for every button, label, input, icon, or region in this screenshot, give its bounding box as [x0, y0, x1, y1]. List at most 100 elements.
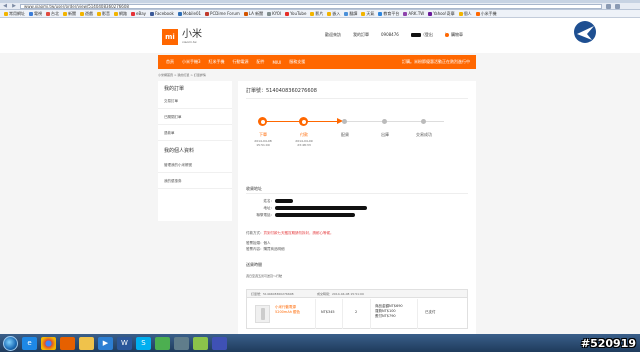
receiver-phone: 聯繫電話：: [252, 213, 356, 218]
receiver-address: 地址：: [252, 206, 368, 211]
ie-icon[interactable]: e: [22, 336, 37, 350]
app-icon[interactable]: [212, 336, 227, 350]
breadcrumb[interactable]: 小米網首頁 > 我的訂單 > 訂單詳情: [158, 73, 206, 77]
table-placed-time: 成交時間：2014-04-08 15:51:00: [317, 292, 364, 296]
receiver-heading: 收貨地址: [246, 186, 262, 191]
app-icon[interactable]: [174, 336, 189, 350]
receiver-box: 姓名： 地址： 聯繫電話：: [246, 193, 468, 223]
skype-icon[interactable]: S: [136, 336, 151, 350]
bookmark-item[interactable]: KYOI: [267, 11, 281, 16]
redacted-mark: [275, 213, 356, 217]
bookmark-icon: [428, 11, 433, 16]
mi-logo[interactable]: mi: [162, 29, 178, 45]
product-thumbnail[interactable]: [255, 305, 270, 323]
payment-label: 付款方式：: [246, 231, 264, 235]
media-player-icon[interactable]: ▶: [98, 336, 113, 350]
bookmark-icon: [475, 11, 480, 16]
nav-item-miui[interactable]: MIUI: [273, 60, 282, 65]
bookmark-item[interactable]: 遊戲: [80, 11, 93, 17]
folder-icon[interactable]: [79, 336, 94, 350]
bookmark-item[interactable]: 台北: [46, 11, 59, 17]
bookmark-item[interactable]: 網路: [114, 11, 127, 17]
forward-icon[interactable]: ▶: [10, 3, 18, 9]
sidebar-item-account[interactable]: 管理我的小米帳號: [158, 157, 232, 173]
divider: [417, 299, 418, 329]
bookmark-item[interactable]: 小米手機: [475, 11, 497, 17]
cart-link[interactable]: 購物車: [445, 32, 463, 38]
step-label-paid: 付款: [300, 132, 308, 137]
app-icon[interactable]: [155, 336, 170, 350]
bookmark-icon: [327, 11, 332, 16]
bookmark-icon: [177, 11, 182, 16]
redacted-mark: [410, 33, 421, 37]
nav-item-powerbank[interactable]: 行動電源: [233, 59, 249, 65]
account-link[interactable]: 0908476（登出）: [381, 32, 449, 38]
word-icon[interactable]: W: [117, 336, 132, 350]
product-name-link[interactable]: 小米行動電源 5200mAh 銀色: [275, 305, 311, 315]
app-icon[interactable]: [193, 336, 208, 350]
invoice-content: 發票內容：購買商品明細: [246, 247, 285, 251]
nav-item-mi3[interactable]: 小米手機3: [182, 59, 201, 65]
bookmark-item[interactable]: Yahoo!奇摩: [428, 11, 455, 17]
cart-icon: [445, 33, 449, 37]
bookmark-icon: [46, 11, 50, 16]
bookmark-item[interactable]: 嵌入: [327, 11, 340, 17]
bookmark-item[interactable]: 翻譯: [344, 11, 357, 17]
logout-link[interactable]: 登出: [425, 32, 433, 37]
bookmark-item[interactable]: 教育平台: [378, 11, 399, 17]
bookmark-item[interactable]: 影片: [310, 11, 323, 17]
product-price: NT$345: [321, 310, 335, 314]
payment-value: 貨到付款七天鑑賞期請勿拆封，請耐心等候。: [263, 231, 334, 235]
bookmark-item[interactable]: 個人: [458, 11, 472, 17]
step-node-shipped: [382, 119, 387, 124]
nav-item-support[interactable]: 服務支援: [289, 59, 305, 65]
bookmark-item[interactable]: Mobile01: [177, 11, 201, 16]
progress-line-todo: [344, 121, 444, 122]
bookmark-item[interactable]: eBay: [131, 11, 146, 16]
bookmark-item[interactable]: LA 新聞: [243, 11, 263, 17]
brand[interactable]: 小米 xiaomi.tw: [182, 29, 202, 44]
invoice-type: 發票抬頭：個人: [246, 241, 271, 245]
nav-item-redmi[interactable]: 紅米手機: [209, 59, 225, 65]
bookmark-item[interactable]: 影音: [97, 11, 110, 17]
sidebar-item-coupons[interactable]: 我的優惠券: [158, 173, 232, 189]
bookmark-item[interactable]: 天氣: [361, 11, 374, 17]
nav-promo[interactable]: 訂購。米粉節優惠活動正在熱烈進行中: [402, 59, 470, 65]
bookmark-icon: [458, 11, 463, 16]
star-icon[interactable]: [606, 3, 611, 9]
receiver-name: 姓名：: [252, 199, 294, 204]
url-input[interactable]: www.xiaomi.tw/user/order/view/5140408360…: [20, 3, 602, 9]
bookmark-item[interactable]: 新聞: [63, 11, 76, 17]
welcome-link[interactable]: 歡迎來訪: [325, 32, 341, 38]
bird-logo-icon: [574, 21, 596, 45]
start-button[interactable]: [3, 335, 18, 351]
bookmark-item[interactable]: Facebook: [150, 11, 174, 16]
sidebar-item-orders[interactable]: 交易訂單: [158, 93, 232, 109]
bookmark-item[interactable]: YouTube: [285, 11, 306, 16]
payment-row: 付款方式：貨到付款七天鑑賞期請勿拆封，請耐心等候。: [246, 231, 334, 236]
step-time-ordered: 2014-04-08 15:51:00: [254, 139, 272, 147]
receiver-name-label: 姓名：: [263, 199, 275, 203]
firefox-icon[interactable]: [60, 336, 75, 350]
bookmark-item[interactable]: PCDime Forum: [205, 11, 240, 16]
bookmark-item[interactable]: ARK.TW: [403, 11, 424, 16]
bookmark-icon: [378, 11, 383, 16]
step-label-shipped: 出庫: [381, 132, 389, 137]
nav-item-accessories[interactable]: 配件: [257, 59, 265, 65]
back-icon[interactable]: ◀: [1, 3, 9, 9]
bookmark-item[interactable]: 常用網址: [4, 11, 25, 17]
sidebar-item-closed-orders[interactable]: 已關閉訂單: [158, 109, 232, 125]
address-bar-row: ◀ ▶ www.xiaomi.tw/user/order/view/514040…: [0, 3, 640, 10]
bookmarks-bar: 常用網址 電視 台北 新聞 遊戲 影音 網路 eBay Facebook Mob…: [0, 10, 640, 18]
chrome-icon[interactable]: [41, 336, 56, 350]
menu-icon[interactable]: [615, 3, 620, 9]
divider: [315, 299, 316, 329]
site-header: mi 小米 xiaomi.tw 歡迎來訪 我的訂單 0908476（登出） 購物…: [0, 18, 640, 53]
my-orders-link[interactable]: 我的訂單: [353, 32, 369, 38]
nav-item-home[interactable]: 首頁: [166, 59, 174, 65]
bookmark-item[interactable]: 電視: [29, 11, 42, 17]
bookmark-icon: [243, 11, 248, 16]
bookmark-icon: [150, 11, 155, 16]
divider: [342, 299, 343, 329]
sidebar-item-refunds[interactable]: 退款單: [158, 125, 232, 141]
